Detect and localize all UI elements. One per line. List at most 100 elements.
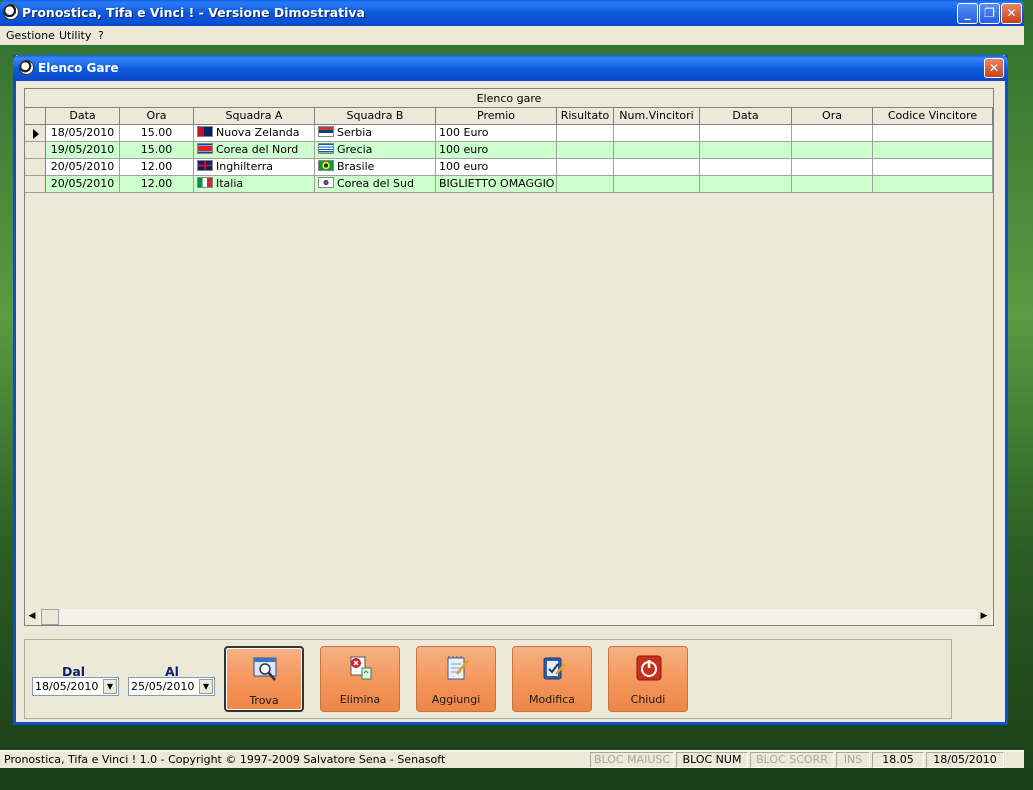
dal-date-value: 18/05/2010 <box>35 680 99 693</box>
status-caps-lock: BLOC MAIUSC <box>590 752 674 768</box>
cell-squadra-b[interactable]: Grecia <box>315 142 436 159</box>
table-row[interactable]: 19/05/2010 15.00 Corea del Nord Grecia 1… <box>25 142 993 159</box>
cell-data[interactable]: 18/05/2010 <box>46 125 120 142</box>
header-squadra-b[interactable]: Squadra B <box>315 108 436 125</box>
cell-data-2[interactable] <box>700 142 792 159</box>
chevron-down-icon[interactable]: ▼ <box>103 679 117 694</box>
cell-premio[interactable]: 100 euro <box>436 142 557 159</box>
grid-header: Data Ora Squadra A Squadra B Premio Risu… <box>25 108 993 125</box>
cell-ora[interactable]: 15.00 <box>120 125 194 142</box>
cell-codice-vincitore[interactable] <box>873 176 993 193</box>
table-row[interactable]: 18/05/2010 15.00 Nuova Zelanda Serbia 10… <box>25 125 993 142</box>
window-close-button[interactable]: ✕ <box>984 58 1004 78</box>
cell-data[interactable]: 20/05/2010 <box>46 176 120 193</box>
modifica-button[interactable]: Modifica <box>512 646 592 712</box>
cell-squadra-b[interactable]: Corea del Sud <box>315 176 436 193</box>
cell-num-vincitori[interactable] <box>614 176 700 193</box>
cell-premio[interactable]: BIGLIETTO OMAGGIO <box>436 176 557 193</box>
elimina-button[interactable]: Elimina <box>320 646 400 712</box>
scroll-right-arrow-icon[interactable]: ▶ <box>977 609 991 625</box>
cell-risultato[interactable] <box>557 176 614 193</box>
al-date-picker[interactable]: 25/05/2010 ▼ <box>128 677 215 696</box>
cell-squadra-a[interactable]: Corea del Nord <box>194 142 315 159</box>
squadra-b-label: Corea del Sud <box>337 177 414 190</box>
status-date: 18/05/2010 <box>926 752 1004 768</box>
header-squadra-a[interactable]: Squadra A <box>194 108 315 125</box>
header-codice-vincitore[interactable]: Codice Vincitore <box>873 108 993 125</box>
cell-squadra-b[interactable]: Serbia <box>315 125 436 142</box>
cell-data[interactable]: 20/05/2010 <box>46 159 120 176</box>
trova-label: Trova <box>249 694 279 707</box>
soccer-ball-icon <box>3 4 19 20</box>
new-zealand-flag-icon <box>197 126 213 137</box>
chiudi-button[interactable]: Chiudi <box>608 646 688 712</box>
scroll-left-arrow-icon[interactable]: ◀ <box>25 609 39 625</box>
cell-ora-2[interactable] <box>792 142 873 159</box>
power-icon <box>636 655 662 681</box>
aggiungi-label: Aggiungi <box>431 693 481 706</box>
row-selector[interactable] <box>25 142 46 159</box>
header-ora[interactable]: Ora <box>120 108 194 125</box>
table-row[interactable]: 20/05/2010 12.00 Inghilterra Brasile 100… <box>25 159 993 176</box>
cell-ora-2[interactable] <box>792 159 873 176</box>
header-risultato[interactable]: Risultato <box>557 108 614 125</box>
scroll-thumb[interactable] <box>41 609 59 625</box>
header-data[interactable]: Data <box>46 108 120 125</box>
cell-squadra-a[interactable]: Italia <box>194 176 315 193</box>
cell-data-2[interactable] <box>700 125 792 142</box>
restore-button[interactable]: ❐ <box>979 3 1000 24</box>
cell-risultato[interactable] <box>557 159 614 176</box>
squadra-b-label: Grecia <box>337 143 373 156</box>
cell-data-2[interactable] <box>700 159 792 176</box>
serbia-flag-icon <box>318 126 334 137</box>
window-title: Elenco Gare <box>38 61 119 75</box>
header-data-2[interactable]: Data <box>700 108 792 125</box>
dal-date-picker[interactable]: 18/05/2010 ▼ <box>32 677 119 696</box>
cell-premio[interactable]: 100 euro <box>436 159 557 176</box>
cell-squadra-a[interactable]: Inghilterra <box>194 159 315 176</box>
table-row[interactable]: 20/05/2010 12.00 Italia Corea del Sud BI… <box>25 176 993 193</box>
cell-ora[interactable]: 12.00 <box>120 159 194 176</box>
cell-ora[interactable]: 12.00 <box>120 176 194 193</box>
cell-codice-vincitore[interactable] <box>873 142 993 159</box>
minimize-button[interactable]: _ <box>957 3 978 24</box>
cell-ora-2[interactable] <box>792 176 873 193</box>
header-ora-2[interactable]: Ora <box>792 108 873 125</box>
header-num-vincitori[interactable]: Num.Vincitori <box>614 108 700 125</box>
app-title: Pronostica, Tifa e Vinci ! - Versione Di… <box>22 5 365 20</box>
cell-ora[interactable]: 15.00 <box>120 142 194 159</box>
row-selector[interactable] <box>25 159 46 176</box>
cell-data-2[interactable] <box>700 176 792 193</box>
menu-gestione[interactable]: Gestione <box>6 29 55 42</box>
cell-num-vincitori[interactable] <box>614 159 700 176</box>
cell-risultato[interactable] <box>557 142 614 159</box>
cell-num-vincitori[interactable] <box>614 142 700 159</box>
cell-premio[interactable]: 100 Euro <box>436 125 557 142</box>
aggiungi-button[interactable]: Aggiungi <box>416 646 496 712</box>
menu-help[interactable]: ? <box>98 29 104 42</box>
squadra-b-label: Serbia <box>337 126 373 139</box>
squadra-a-label: Inghilterra <box>216 160 273 173</box>
status-ins: INS <box>836 752 870 768</box>
cell-squadra-b[interactable]: Brasile <box>315 159 436 176</box>
cell-risultato[interactable] <box>557 125 614 142</box>
gare-grid[interactable]: Elenco gare Data Ora Squadra A Squadra B… <box>24 88 994 626</box>
horizontal-scrollbar[interactable]: ◀ ▶ <box>25 609 993 625</box>
grid-caption: Elenco gare <box>25 89 993 108</box>
menu-utility[interactable]: Utility <box>59 29 91 42</box>
cell-ora-2[interactable] <box>792 125 873 142</box>
header-premio[interactable]: Premio <box>436 108 557 125</box>
greece-flag-icon <box>318 143 334 154</box>
cell-num-vincitori[interactable] <box>614 125 700 142</box>
app-close-button[interactable]: ✕ <box>1001 3 1022 24</box>
cell-squadra-a[interactable]: Nuova Zelanda <box>194 125 315 142</box>
current-row-arrow-icon <box>33 129 39 139</box>
status-bar: Pronostica, Tifa e Vinci ! 1.0 - Copyrig… <box>0 750 1024 768</box>
row-selector[interactable] <box>25 125 46 142</box>
chevron-down-icon[interactable]: ▼ <box>199 679 213 694</box>
cell-codice-vincitore[interactable] <box>873 159 993 176</box>
row-selector[interactable] <box>25 176 46 193</box>
cell-data[interactable]: 19/05/2010 <box>46 142 120 159</box>
trova-button[interactable]: Trova <box>224 646 304 712</box>
cell-codice-vincitore[interactable] <box>873 125 993 142</box>
